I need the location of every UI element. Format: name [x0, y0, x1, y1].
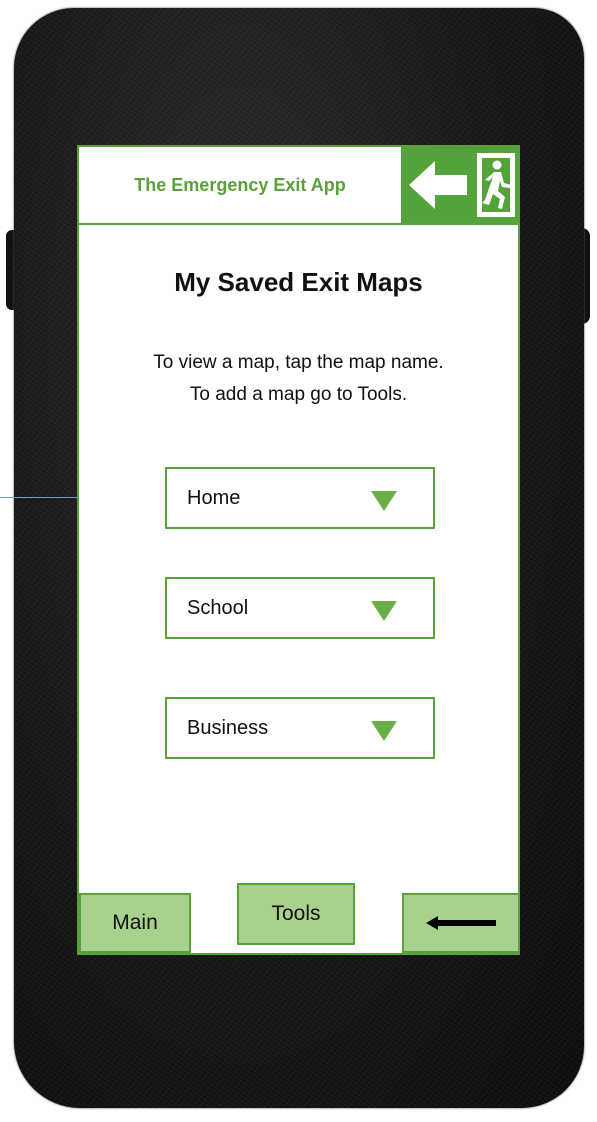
tools-button[interactable]: Tools: [237, 883, 355, 945]
app-header: The Emergency Exit App: [79, 147, 520, 225]
emergency-exit-logo-icon: [401, 147, 520, 223]
back-button[interactable]: [402, 893, 520, 953]
instructions-text: To view a map, tap the map name. To add …: [79, 347, 518, 411]
dropdown-triangle-icon[interactable]: [371, 601, 397, 621]
main-button[interactable]: Main: [79, 893, 191, 953]
mockup-canvas: The Emergency Exit App My Saved Exit Map…: [0, 0, 597, 1122]
map-dropdown-home[interactable]: Home: [165, 467, 435, 529]
instruction-line-view: To view a map, tap the map name.: [153, 352, 444, 373]
map-dropdown-school[interactable]: School: [165, 577, 435, 639]
page-title: My Saved Exit Maps: [174, 267, 423, 297]
map-dropdown-label: Business: [187, 717, 269, 739]
map-dropdown-label: Home: [187, 487, 241, 509]
map-dropdown-business[interactable]: Business: [165, 697, 435, 759]
instruction-line-add: To add a map go to Tools.: [189, 384, 408, 405]
phone-screen: The Emergency Exit App My Saved Exit Map…: [77, 145, 520, 955]
app-title: The Emergency Exit App: [134, 174, 346, 195]
dropdown-triangle-icon[interactable]: [371, 491, 397, 511]
map-dropdown-label: School: [187, 597, 249, 619]
left-arrow-icon: [426, 916, 496, 930]
exit-sign-icon: [401, 147, 520, 223]
dropdown-triangle-icon[interactable]: [371, 721, 397, 741]
